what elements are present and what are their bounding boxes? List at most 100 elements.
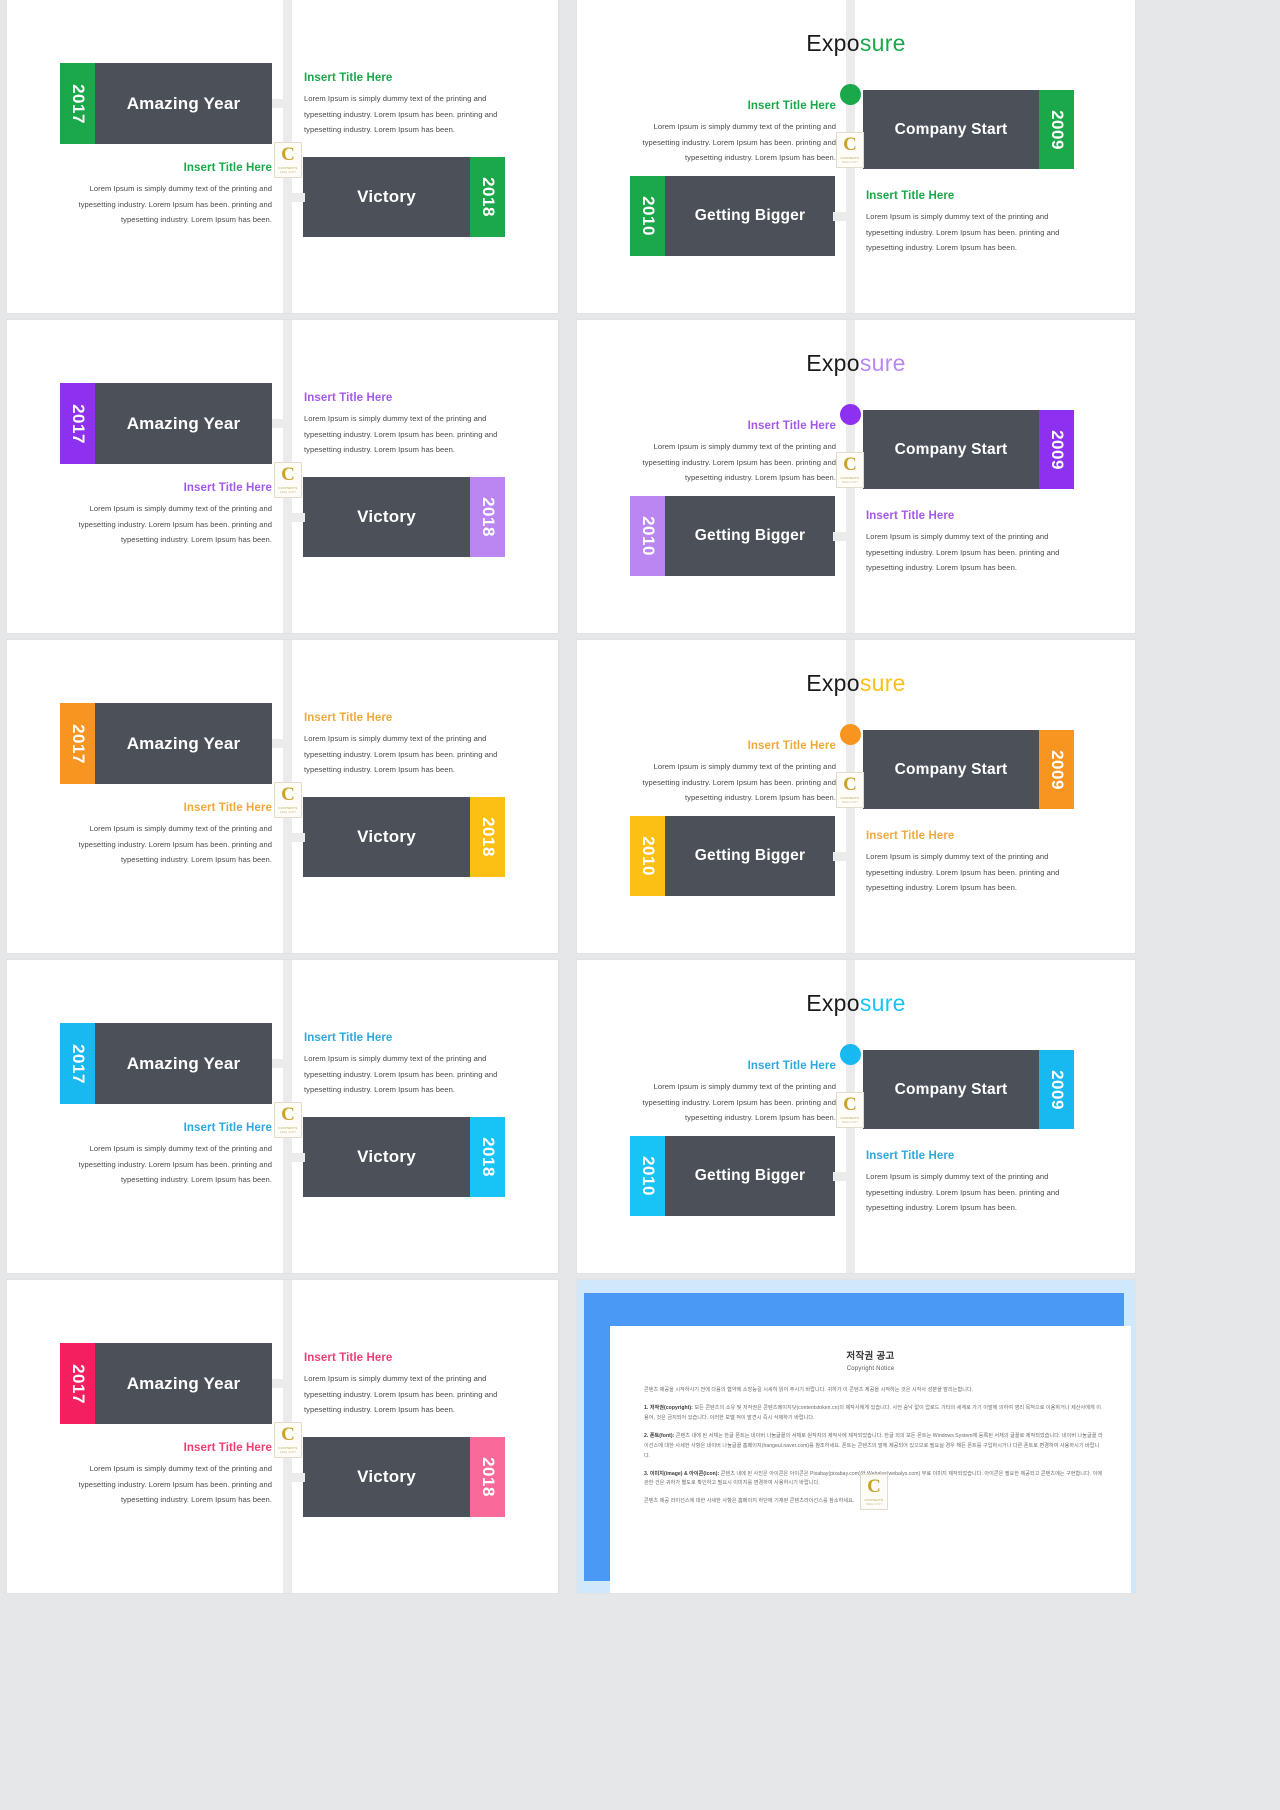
text-block: Insert Title Here Lorem Ipsum is simply d… [623,420,836,486]
milestone-card-2010: 2010 Getting Bigger [630,1136,835,1216]
section-title: Insert Title Here [183,482,272,494]
year-tab-2017: 2017 [60,1343,95,1424]
milestone-card-2009: 2009 Company Start [863,730,1074,809]
text-block: Insert Title Here Lorem Ipsum is simply d… [866,190,1081,256]
milestone-card-2010: 2010 Getting Bigger [630,176,835,256]
section-title: Insert Title Here [747,420,836,432]
slide-left-4: 2017 Amazing Year Insert Title Here Lorem I… [7,960,558,1273]
timeline-dot-marker [840,724,861,745]
section-title: Insert Title Here [866,510,955,522]
year-tab-2017: 2017 [60,383,95,464]
year-tab-2009: 2009 [1039,730,1074,809]
milestone-card-2017: 2017 Amazing Year [60,383,272,464]
text-block: Insert Title Here Lorem Ipsum is simply d… [67,802,272,868]
exposure-heading-accent: sure [859,30,906,56]
year-tab-2017-label: 2017 [68,403,88,444]
logo-line-1: CONTENTS [278,806,298,810]
logo-line-2: FREE FONT [279,1131,297,1134]
logo-c-mark: C [843,134,857,155]
contents-watermark-logo: C CONTENTS FREE FONT [836,772,864,808]
rail-connector-bottom [833,852,855,861]
section-body-text: Lorem Ipsum is simply dummy text of the … [866,852,1060,893]
deck-row-1: 2017 Amazing Year Insert Title Here Lorem I… [0,0,1280,313]
year-tab-2010: 2010 [630,816,665,896]
milestone-card-2009: 2009 Company Start [863,410,1074,489]
section-body-text: Lorem Ipsum is simply dummy text of the … [304,94,498,135]
year-tab-2017-label: 2017 [68,723,88,764]
contents-watermark-logo: C CONTENTS FREE FONT [836,132,864,168]
text-block: Insert Title Here Lorem Ipsum is simply d… [304,712,504,778]
milestone-card-2017: 2017 Amazing Year [60,1343,272,1424]
text-block: Insert Title Here Lorem Ipsum is simply d… [304,72,504,138]
logo-c-mark: C [281,1104,295,1125]
rail-connector-top [272,99,292,108]
milestone-card-2009: 2009 Company Start [863,1050,1074,1129]
exposure-heading-accent: sure [859,670,906,696]
logo-line-1: CONTENTS [278,486,298,490]
text-block: Insert Title Here Lorem Ipsum is simply d… [67,1122,272,1188]
logo-line-1: CONTENTS [840,1116,860,1120]
copyright-subtitle: Copyright Notice [846,1366,895,1372]
copyright-clause-1: 1. 저작권(copyright): 보든 콘텐츠의 소유 및 저작권은 콘텐츠… [644,1404,1103,1424]
year-tab-2009-label: 2009 [1047,429,1067,470]
year-tab-2018: 2018 [470,1117,505,1197]
section-title: Insert Title Here [866,1150,955,1162]
section-title: Insert Title Here [747,1060,836,1072]
slide-right-3: Exposure 2009 Company Start Insert Title He… [577,640,1135,953]
logo-line-2: FREE FONT [279,171,297,174]
deck-row-5: 2017 Amazing Year Insert Title Here Lorem I… [0,1280,1280,1593]
year-tab-2017-label: 2017 [68,1043,88,1084]
year-tab-2010: 2010 [630,496,665,576]
exposure-heading-black: Expo [806,990,860,1016]
contents-watermark-logo: C CONTENTS FREE FONT [274,462,302,498]
slide-left-3: 2017 Amazing Year Insert Title Here Lorem I… [7,640,558,953]
deck-row-3: 2017 Amazing Year Insert Title Here Lorem I… [0,640,1280,953]
logo-c-mark: C [281,144,295,165]
section-body-text: Lorem Ipsum is simply dummy text of the … [304,734,498,775]
year-tab-2010-label: 2010 [638,836,658,876]
milestone-card-2018: 2018 Victory [303,1437,505,1517]
section-title: Insert Title Here [183,162,272,174]
slide-left-5: 2017 Amazing Year Insert Title Here Lorem I… [7,1280,558,1593]
milestone-card-2018: 2018 Victory [303,477,505,557]
logo-line-1: CONTENTS [864,1498,884,1502]
exposure-heading-accent: sure [859,350,906,376]
exposure-heading: Exposure [577,30,1135,57]
exposure-heading-black: Expo [806,30,860,56]
deck-row-4: 2017 Amazing Year Insert Title Here Lorem I… [0,960,1280,1273]
logo-c-mark: C [281,1424,295,1445]
section-body-text: Lorem Ipsum is simply dummy text of the … [78,1144,272,1185]
section-title: Insert Title Here [304,72,393,84]
exposure-heading: Exposure [577,990,1135,1017]
year-tab-2018-label: 2018 [478,497,498,537]
copyright-clause-1-text: 보든 콘텐츠의 소유 및 저작권은 콘텐츠메이지닷(contentstoken.… [644,1404,1101,1421]
contents-watermark-logo: C CONTENTS FREE FONT [836,452,864,488]
year-tab-2018: 2018 [470,157,505,237]
exposure-heading-accent: sure [859,990,906,1016]
text-block: Insert Title Here Lorem Ipsum is simply d… [866,510,1081,576]
section-body-text: Lorem Ipsum is simply dummy text of the … [304,414,498,455]
timeline-dot-marker [840,404,861,425]
section-title: Insert Title Here [747,100,836,112]
contents-watermark-logo: C CONTENTS FREE FONT [274,1422,302,1458]
year-tab-2018-label: 2018 [478,1137,498,1177]
copyright-blue-frame: 저작권 공고 Copyright Notice 콘텐츠 제공을 시작하시기 전에 다… [584,1293,1131,1593]
year-tab-2009-label: 2009 [1047,1069,1067,1110]
logo-c-mark: C [281,464,295,485]
year-tab-2017: 2017 [60,703,95,784]
logo-line-2: FREE FONT [865,1503,883,1506]
year-tab-2018: 2018 [470,477,505,557]
rail-connector-bottom [833,532,855,541]
contents-watermark-logo: C CONTENTS FREE FONT [836,1092,864,1128]
section-title: Insert Title Here [304,1352,393,1364]
deck-row-2: 2017 Amazing Year Insert Title Here Lorem I… [0,320,1280,633]
year-tab-2017-label: 2017 [68,1363,88,1404]
section-body-text: Lorem Ipsum is simply dummy text of the … [78,504,272,545]
rail-connector-bottom [833,1172,855,1181]
logo-line-2: FREE FONT [841,161,859,164]
year-tab-2010-label: 2010 [638,196,658,236]
contents-watermark-logo: C CONTENTS FREE FONT [274,1102,302,1138]
milestone-card-2018: 2018 Victory [303,157,505,237]
year-tab-2009: 2009 [1039,90,1074,169]
text-block: Insert Title Here Lorem Ipsum is simply d… [866,830,1081,896]
